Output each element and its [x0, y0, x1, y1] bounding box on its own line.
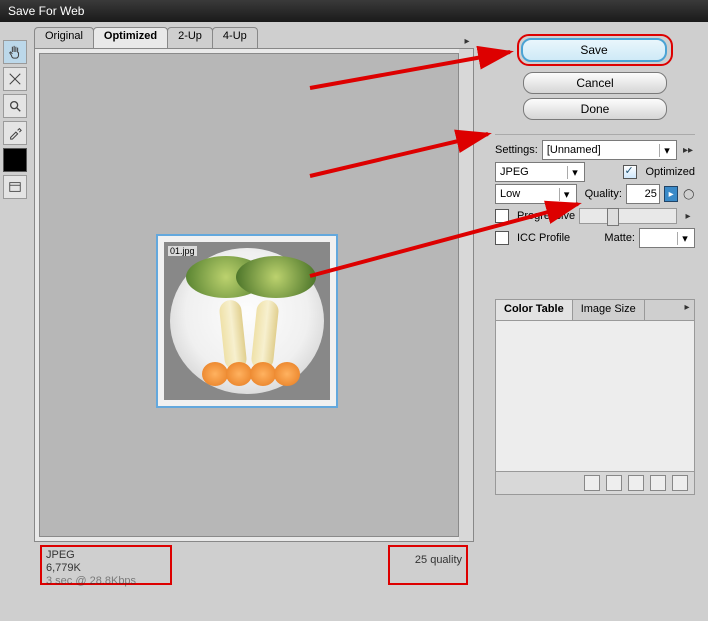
done-button[interactable]: Done — [523, 98, 667, 120]
icc-label: ICC Profile — [517, 232, 570, 244]
preview-menu-icon[interactable]: ▸ — [460, 34, 474, 48]
eyedropper-tool[interactable] — [3, 121, 27, 145]
preview-panel: Original Optimized 2-Up 4-Up ▸ 01.jpg JP… — [34, 28, 474, 578]
optimized-checkbox[interactable] — [623, 165, 637, 179]
colortable-panel: Color Table Image Size ▸ — [495, 299, 695, 495]
colortable-footer — [496, 471, 694, 494]
tab-color-table[interactable]: Color Table — [496, 300, 573, 320]
quality-preset-dropdown[interactable]: Low▾ — [495, 184, 577, 204]
image-preview: 01.jpg — [158, 236, 336, 406]
color-swatch[interactable] — [3, 148, 27, 172]
settings-flyout-icon[interactable]: ▸▸ — [681, 143, 695, 157]
matte-dropdown[interactable]: ▾ — [639, 228, 695, 248]
quality-mask-icon[interactable]: ◯ — [682, 187, 695, 201]
progressive-label: Progressive — [517, 210, 575, 222]
preview-footer: JPEG 6,779K 3 sec @ 28.8Kbps 25 quality — [34, 542, 474, 585]
scrollbar-vertical[interactable] — [459, 49, 473, 541]
tab-2up[interactable]: 2-Up — [167, 27, 213, 48]
footer-quality: 25 quality — [415, 554, 462, 566]
footer-timing: 3 sec @ 28.8Kbps — [46, 575, 166, 588]
preview-tabs: Original Optimized 2-Up 4-Up ▸ — [34, 28, 474, 48]
save-button-highlight: Save — [517, 34, 673, 66]
colortable-body — [496, 321, 694, 471]
window-title: Save For Web — [8, 4, 84, 18]
tab-original[interactable]: Original — [34, 27, 94, 48]
colortable-flyout-icon[interactable]: ▸ — [680, 300, 694, 314]
save-button[interactable]: Save — [521, 38, 667, 62]
zoom-tool[interactable] — [3, 94, 27, 118]
progressive-checkbox[interactable] — [495, 209, 509, 223]
slice-tool[interactable] — [3, 67, 27, 91]
footer-size: 6,779K — [46, 562, 166, 575]
preview-toggle[interactable] — [3, 175, 27, 199]
ct-new-icon[interactable] — [650, 475, 666, 491]
ct-lock-icon[interactable] — [628, 475, 644, 491]
ct-trash-icon[interactable] — [672, 475, 688, 491]
format-dropdown[interactable]: JPEG▾ — [495, 162, 585, 182]
matte-label: Matte: — [604, 232, 635, 244]
settings-label: Settings: — [495, 144, 538, 156]
settings-panel: Settings: [Unnamed]▾ ▸▸ JPEG▾ Optimized … — [495, 134, 695, 249]
ct-btn-1[interactable] — [584, 475, 600, 491]
tab-image-size[interactable]: Image Size — [573, 300, 645, 320]
toolstrip — [3, 40, 29, 202]
preview-canvas[interactable]: 01.jpg — [34, 48, 474, 542]
footer-format: JPEG — [46, 549, 166, 562]
tab-4up[interactable]: 4-Up — [212, 27, 258, 48]
blur-flyout-icon[interactable]: ▸ — [681, 209, 695, 223]
optimized-label: Optimized — [645, 166, 695, 178]
hand-tool[interactable] — [3, 40, 27, 64]
quality-slider-toggle[interactable]: ▸ — [664, 186, 679, 202]
footer-info-box: JPEG 6,779K 3 sec @ 28.8Kbps — [40, 545, 172, 585]
icc-checkbox[interactable] — [495, 231, 509, 245]
ct-btn-2[interactable] — [606, 475, 622, 491]
quality-field[interactable] — [626, 184, 660, 204]
blur-slider[interactable] — [579, 208, 677, 224]
slice-tag: 01.jpg — [168, 246, 197, 256]
window-titlebar: Save For Web — [0, 0, 708, 22]
footer-quality-box: 25 quality — [388, 545, 468, 585]
image-slice[interactable]: 01.jpg — [156, 234, 338, 408]
cancel-button[interactable]: Cancel — [523, 72, 667, 94]
right-panel: Save Cancel Done Settings: [Unnamed]▾ ▸▸… — [495, 32, 695, 495]
quality-label: Quality: — [585, 188, 622, 200]
preset-dropdown[interactable]: [Unnamed]▾ — [542, 140, 677, 160]
tab-optimized[interactable]: Optimized — [93, 27, 168, 48]
